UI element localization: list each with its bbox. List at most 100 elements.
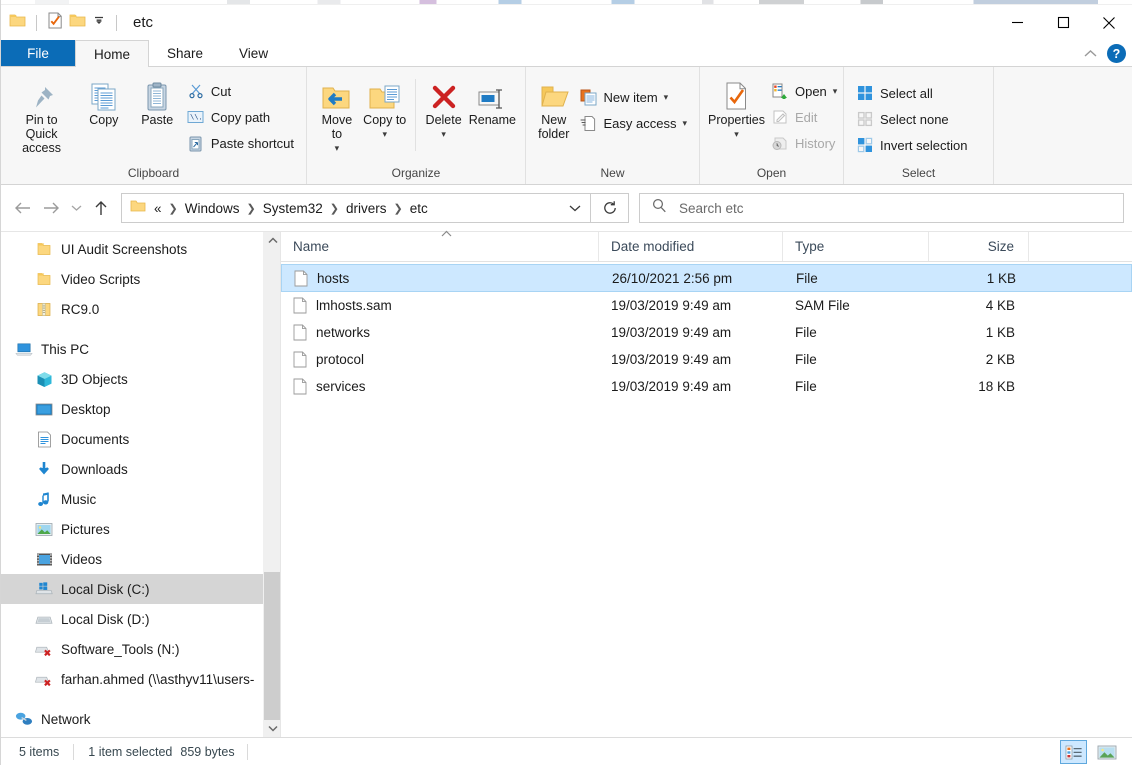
- select-none-icon: [856, 110, 874, 128]
- sidebar-item-documents[interactable]: Documents: [1, 424, 280, 454]
- sidebar-item-network[interactable]: Network: [1, 704, 280, 734]
- select-none-button[interactable]: Select none: [854, 107, 973, 131]
- back-button[interactable]: [9, 193, 37, 223]
- copy-icon: [88, 79, 120, 113]
- chevron-down-icon[interactable]: [564, 204, 586, 212]
- properties-button[interactable]: Properties ▾: [706, 75, 767, 145]
- breadcrumb-item-windows[interactable]: Windows: [185, 201, 240, 216]
- scroll-down-button[interactable]: [264, 720, 280, 737]
- search-input[interactable]: Search etc: [679, 201, 744, 216]
- sidebar-item-label: Local Disk (C:): [61, 581, 150, 597]
- sidebar-item-rc9[interactable]: RC9.0: [1, 294, 280, 324]
- column-header-type[interactable]: Type: [783, 232, 929, 261]
- sidebar-item-this-pc[interactable]: This PC: [1, 334, 280, 364]
- sidebar-item-local-disk-d[interactable]: Local Disk (D:): [1, 604, 280, 634]
- folder-icon[interactable]: [9, 13, 26, 33]
- column-header-spacer: [1029, 232, 1132, 261]
- column-header-name[interactable]: Name: [281, 230, 599, 261]
- new-folder-button[interactable]: New folder: [532, 75, 575, 145]
- tab-home[interactable]: Home: [75, 40, 150, 67]
- history-button[interactable]: History: [769, 131, 843, 155]
- network-icon: [15, 710, 33, 728]
- chevron-down-icon: ▾: [334, 143, 340, 153]
- breadcrumb-item-drivers[interactable]: drivers: [346, 201, 387, 216]
- cut-button[interactable]: Cut: [185, 79, 300, 103]
- table-row[interactable]: networks 19/03/2019 9:49 am File 1 KB: [281, 319, 1132, 346]
- open-button[interactable]: Open ▾: [769, 79, 843, 103]
- table-row[interactable]: hosts 26/10/2021 2:56 pm File 1 KB: [281, 264, 1132, 292]
- rename-button[interactable]: Rename: [466, 75, 519, 131]
- file-name-cell: lmhosts.sam: [281, 297, 599, 314]
- pin-to-quick-access-button[interactable]: Pin to Quick access: [7, 75, 76, 159]
- file-type-cell: File: [795, 325, 817, 340]
- properties-icon[interactable]: [47, 12, 63, 34]
- sidebar-item-video-scripts[interactable]: Video Scripts: [1, 264, 280, 294]
- new-item-label: New item: [603, 89, 658, 105]
- sidebar-item-ui-audit-screenshots[interactable]: UI Audit Screenshots: [1, 234, 280, 264]
- sidebar-item-software-tools-n[interactable]: Software_Tools (N:): [1, 634, 280, 664]
- breadcrumb-item-etc[interactable]: etc: [410, 201, 428, 216]
- refresh-button[interactable]: [591, 193, 629, 223]
- sidebar-item-videos[interactable]: Videos: [1, 544, 280, 574]
- move-to-button[interactable]: Move to ▾: [313, 75, 361, 159]
- scrollbar-thumb[interactable]: [264, 572, 280, 727]
- move-to-icon: [320, 79, 354, 113]
- customize-dropdown-icon[interactable]: [92, 13, 106, 32]
- table-row[interactable]: protocol 19/03/2019 9:49 am File 2 KB: [281, 346, 1132, 373]
- copy-to-button[interactable]: Copy to ▾: [361, 75, 409, 145]
- sidebar-item-local-disk-c[interactable]: Local Disk (C:): [1, 574, 280, 604]
- table-row[interactable]: lmhosts.sam 19/03/2019 9:49 am SAM File …: [281, 292, 1132, 319]
- tab-file[interactable]: File: [1, 40, 75, 66]
- edit-button[interactable]: Edit: [769, 105, 843, 129]
- copy-path-button[interactable]: \\... Copy path: [185, 105, 300, 129]
- column-header-date-modified[interactable]: Date modified: [599, 232, 783, 261]
- 3d-objects-icon: [35, 370, 53, 388]
- maximize-button[interactable]: [1040, 5, 1086, 40]
- recent-locations-button[interactable]: [65, 193, 87, 223]
- select-all-button[interactable]: Select all: [854, 81, 973, 105]
- qat-separator-2: [116, 14, 117, 31]
- chevron-down-icon: ▾: [663, 91, 669, 102]
- sidebar-item-music[interactable]: Music: [1, 484, 280, 514]
- easy-access-button[interactable]: Easy access ▾: [577, 111, 693, 135]
- new-folder-icon[interactable]: [69, 13, 86, 33]
- breadcrumb-item-system32[interactable]: System32: [263, 201, 323, 216]
- paste-shortcut-button[interactable]: Paste shortcut: [185, 131, 300, 155]
- navigation-pane-scrollbar[interactable]: [263, 232, 280, 737]
- delete-button[interactable]: Delete ▾: [422, 75, 466, 145]
- paste-button[interactable]: Paste: [132, 75, 183, 131]
- tab-view[interactable]: View: [221, 40, 286, 66]
- breadcrumb-overflow[interactable]: «: [154, 201, 162, 216]
- disconnected-network-drive-icon: [35, 640, 53, 658]
- sidebar-item-farhan-ahmed-network-drive[interactable]: farhan.ahmed (\\asthyv11\users-: [1, 664, 280, 694]
- invert-selection-button[interactable]: Invert selection: [854, 133, 973, 157]
- copy-button[interactable]: Copy: [78, 75, 129, 131]
- music-icon: [35, 490, 53, 508]
- group-label-clipboard: Clipboard: [127, 166, 180, 180]
- forward-button[interactable]: [37, 193, 65, 223]
- status-bar: 5 items 1 item selected 859 bytes: [1, 737, 1132, 765]
- sidebar-item-pictures[interactable]: Pictures: [1, 514, 280, 544]
- help-button[interactable]: ?: [1107, 44, 1126, 63]
- large-icons-view-button[interactable]: [1093, 740, 1120, 764]
- details-view-button[interactable]: [1060, 740, 1087, 764]
- table-row[interactable]: services 19/03/2019 9:49 am File 18 KB: [281, 373, 1132, 400]
- search-box[interactable]: Search etc: [639, 193, 1124, 223]
- tab-share[interactable]: Share: [149, 40, 221, 66]
- up-button[interactable]: [87, 193, 115, 223]
- column-header-size[interactable]: Size: [929, 232, 1029, 261]
- close-button[interactable]: [1086, 5, 1132, 40]
- videos-icon: [35, 550, 53, 568]
- new-item-button[interactable]: New item ▾: [577, 85, 693, 109]
- minimize-button[interactable]: [994, 5, 1040, 40]
- file-name: networks: [316, 325, 371, 340]
- file-date-cell: 26/10/2021 2:56 pm: [612, 270, 733, 286]
- open-icon: [771, 82, 789, 100]
- navigation-pane: UI Audit Screenshots Video Scripts RC9.0: [1, 232, 281, 737]
- sidebar-item-downloads[interactable]: Downloads: [1, 454, 280, 484]
- scroll-up-button[interactable]: [264, 232, 280, 249]
- address-bar[interactable]: « ❯ Windows ❯ System32 ❯ drivers ❯ etc: [121, 193, 591, 223]
- sidebar-item-3d-objects[interactable]: 3D Objects: [1, 364, 280, 394]
- chevron-up-icon[interactable]: [1084, 46, 1097, 61]
- sidebar-item-desktop[interactable]: Desktop: [1, 394, 280, 424]
